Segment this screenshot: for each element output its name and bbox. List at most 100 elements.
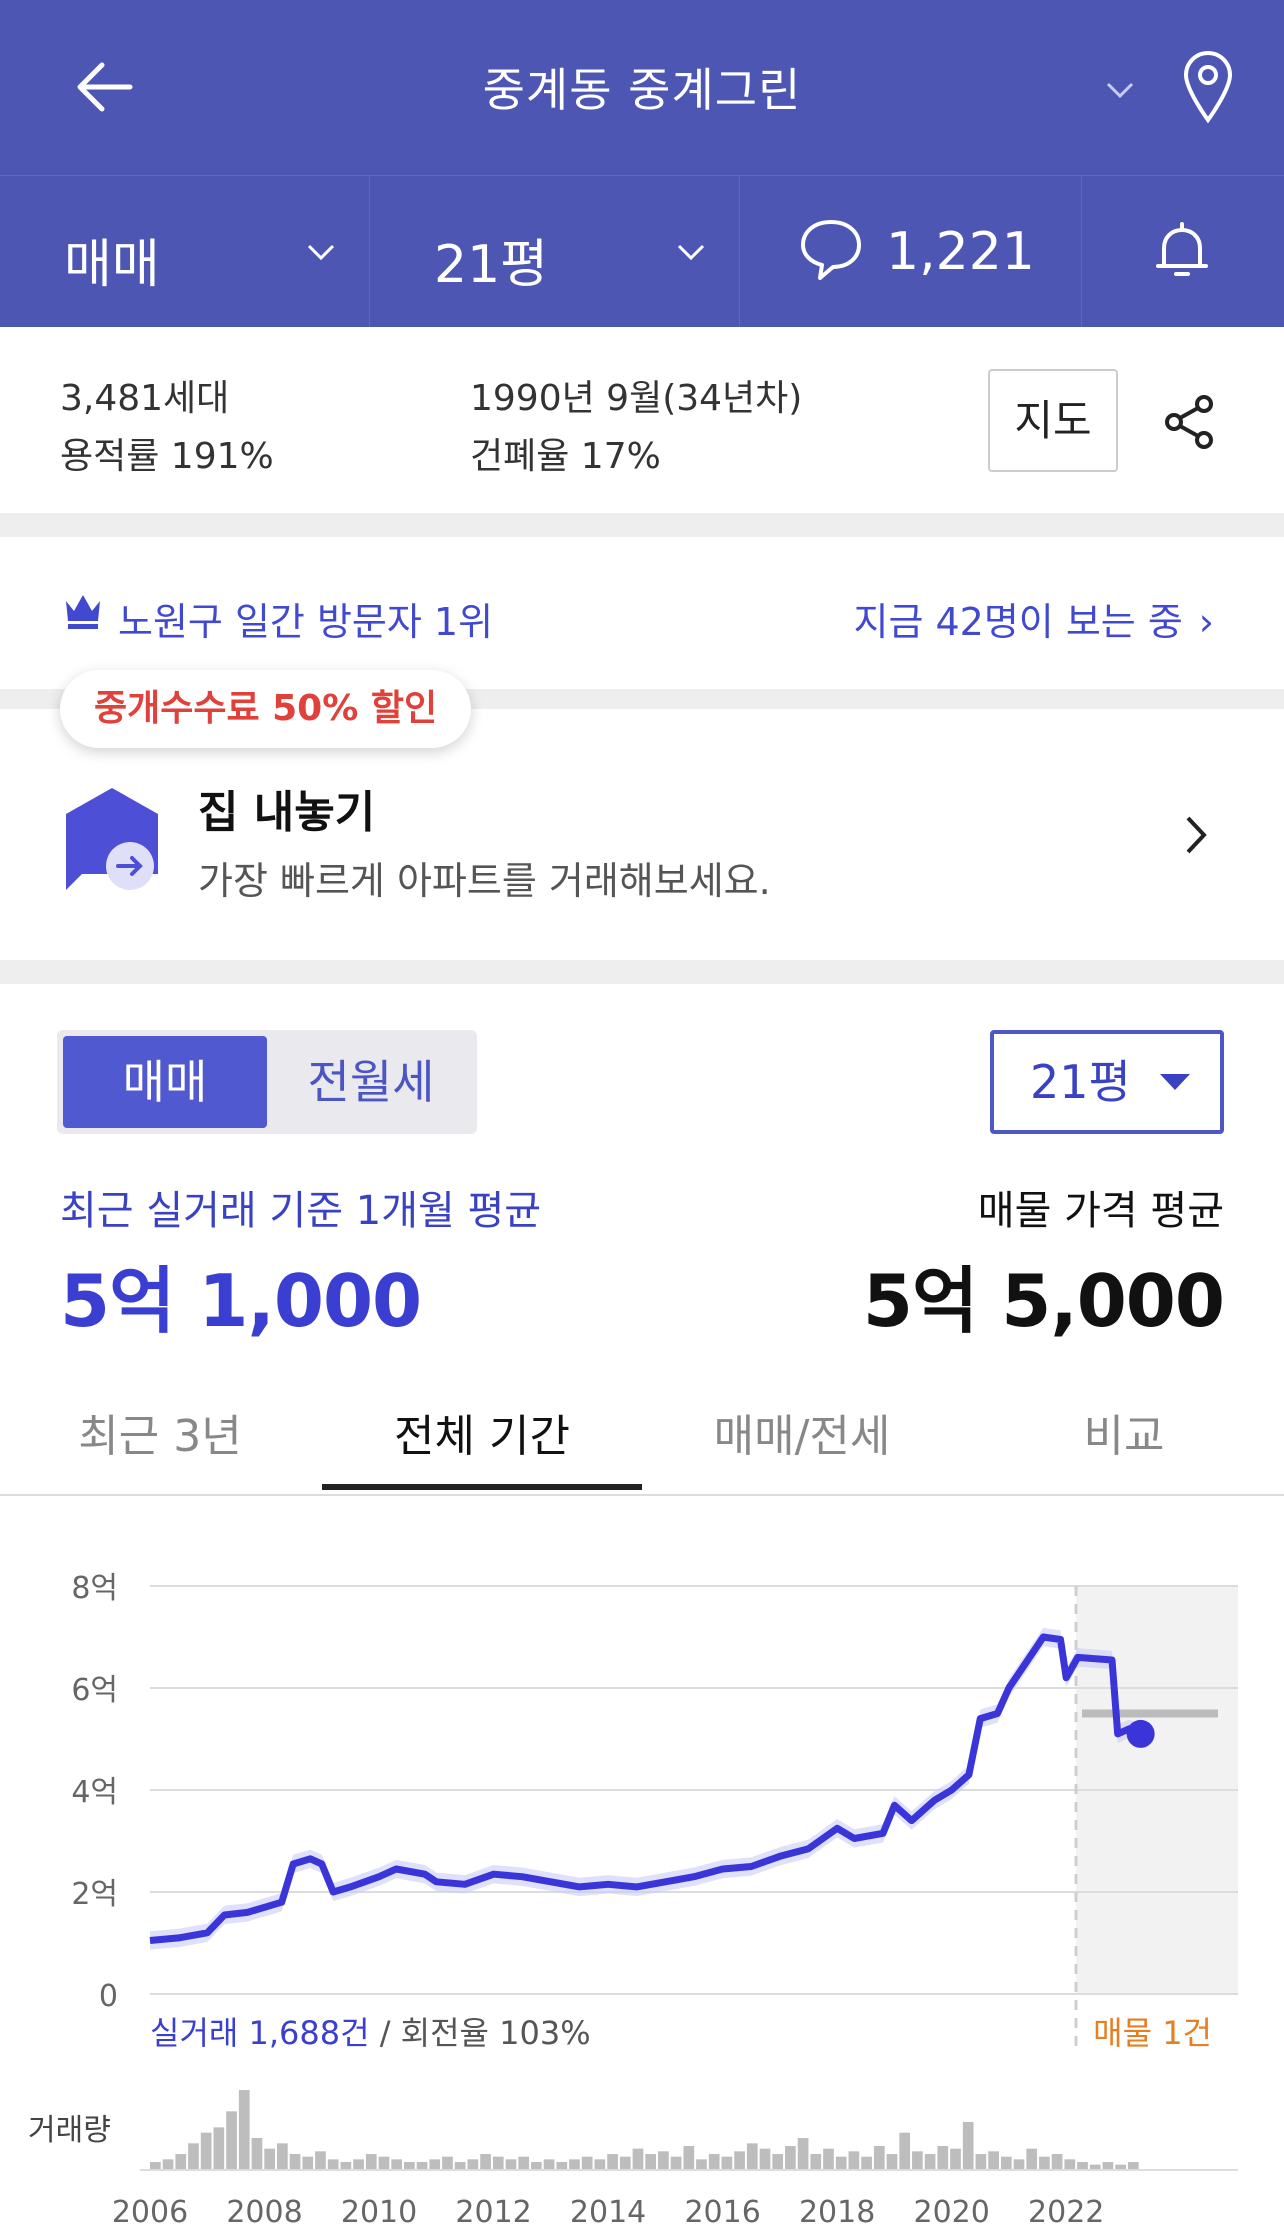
volume-bar bbox=[556, 2162, 568, 2170]
transaction-count: 실거래 1,688건 bbox=[150, 2014, 370, 2052]
filter-bar: 매매 21평 1,221 bbox=[0, 175, 1284, 328]
volume-bar bbox=[873, 2146, 885, 2170]
volume-bar bbox=[378, 2156, 390, 2170]
volume-bar bbox=[365, 2154, 377, 2170]
volume-bar bbox=[988, 2151, 999, 2170]
volume-bar bbox=[581, 2156, 593, 2170]
segment-sale[interactable]: 매매 bbox=[63, 1036, 267, 1128]
volume-bar bbox=[962, 2122, 974, 2170]
map-button[interactable]: 지도 bbox=[988, 369, 1118, 472]
tab-compare[interactable]: 비교 bbox=[964, 1400, 1284, 1464]
volume-bar bbox=[912, 2151, 923, 2170]
fee-discount-badge: 중개수수료 50% 할인 bbox=[60, 670, 472, 748]
volume-bar bbox=[823, 2148, 834, 2170]
volume-bar bbox=[746, 2143, 758, 2170]
segment-rent[interactable]: 전월세 bbox=[269, 1036, 473, 1128]
period-tabs: 최근 3년 전체 기간 매매/전세 비교 bbox=[0, 1374, 1284, 1496]
comments-button[interactable]: 1,221 bbox=[740, 176, 1082, 328]
volume-bar bbox=[708, 2154, 720, 2170]
volume-bar bbox=[721, 2156, 733, 2170]
viewers-link[interactable]: 지금 42명이 보는 중 › bbox=[853, 591, 1214, 646]
viewers-text: 지금 42명이 보는 중 bbox=[853, 600, 1183, 644]
volume-bar bbox=[848, 2151, 860, 2170]
households: 3,481세대 bbox=[60, 378, 230, 419]
volume-bar bbox=[734, 2151, 745, 2170]
volume-bar bbox=[251, 2138, 263, 2170]
volume-bar bbox=[200, 2132, 212, 2170]
alert-button[interactable] bbox=[1082, 176, 1284, 328]
volume-bar bbox=[772, 2154, 784, 2170]
x-tick-label: 2006 bbox=[112, 2195, 188, 2226]
list-home-banner[interactable]: 중개수수료 50% 할인 집 내놓기 가장 빠르게 아파트를 거래해보세요. bbox=[0, 670, 1284, 960]
volume-bar bbox=[302, 2156, 314, 2170]
volume-bar bbox=[543, 2159, 555, 2170]
size-dropdown[interactable]: 21평 bbox=[990, 1030, 1224, 1134]
list-home-title: 집 내놓기 bbox=[198, 787, 376, 838]
chevron-down-icon[interactable] bbox=[1100, 70, 1140, 110]
volume-bar bbox=[1077, 2162, 1088, 2170]
crown-icon bbox=[66, 595, 100, 629]
price-chart[interactable]: 0 2억 4억 6억 8억실거래 1,688건 / 회전율 103% 매물 1건거래량 20… bbox=[0, 1520, 1284, 2226]
volume-bar bbox=[531, 2162, 542, 2170]
y-tick-label: 4억 bbox=[71, 1775, 118, 1810]
volume-bar bbox=[569, 2159, 580, 2170]
y-tick-label: 2억 bbox=[71, 1877, 118, 1912]
volume-bar bbox=[886, 2154, 898, 2170]
volume-bar bbox=[899, 2132, 911, 2170]
volume-bar bbox=[353, 2159, 364, 2170]
rank-text: 노원구 일간 방문자 1위 bbox=[118, 600, 494, 644]
volume-bar bbox=[785, 2146, 796, 2170]
visitor-rank-banner[interactable]: 노원구 일간 방문자 1위 지금 42명이 보는 중 › bbox=[0, 537, 1284, 689]
volume-bar bbox=[861, 2156, 872, 2170]
volume-bar bbox=[696, 2159, 707, 2170]
x-tick-label: 2020 bbox=[914, 2195, 990, 2226]
comment-count: 1,221 bbox=[886, 222, 1035, 282]
size-filter[interactable]: 21평 bbox=[370, 176, 740, 328]
building-coverage-ratio: 건폐율 17% bbox=[470, 436, 661, 477]
volume-bar bbox=[975, 2154, 987, 2170]
volume-bar bbox=[683, 2146, 695, 2170]
tab-all-period[interactable]: 전체 기간 bbox=[322, 1400, 642, 1464]
recent-average-price: 5억 1,000 bbox=[60, 1259, 422, 1343]
x-tick-label: 2016 bbox=[684, 2195, 760, 2226]
volume-bar bbox=[327, 2159, 339, 2170]
recent-average-label: 최근 실거래 기준 1개월 평균 bbox=[60, 1188, 542, 1234]
volume-bar bbox=[492, 2156, 504, 2170]
volume-bar bbox=[480, 2154, 491, 2170]
volume-bar bbox=[1051, 2154, 1063, 2170]
volume-bar bbox=[226, 2111, 237, 2170]
bell-icon bbox=[1156, 222, 1208, 276]
volume-bar bbox=[264, 2148, 276, 2170]
trade-type-filter[interactable]: 매매 bbox=[0, 176, 370, 328]
volume-bar bbox=[950, 2148, 961, 2170]
tab-sale-jeonse[interactable]: 매매/전세 bbox=[642, 1400, 962, 1464]
trade-segment-control: 매매 전월세 bbox=[57, 1030, 477, 1134]
share-icon[interactable] bbox=[1160, 392, 1220, 452]
x-tick-label: 2022 bbox=[1028, 2195, 1104, 2226]
trade-type-label: 매매 bbox=[64, 235, 160, 295]
divider bbox=[0, 960, 1284, 984]
y-tick-label: 0 bbox=[99, 1979, 118, 2014]
volume-bar bbox=[454, 2162, 466, 2170]
volume-bar bbox=[937, 2146, 949, 2170]
latest-price-point bbox=[1126, 1719, 1155, 1748]
list-home-subtitle: 가장 빠르게 아파트를 거래해보세요. bbox=[198, 859, 771, 903]
volume-bar bbox=[797, 2138, 809, 2170]
listing-average-price: 5억 5,000 bbox=[862, 1259, 1225, 1343]
listing-count: 매물 1건 bbox=[1093, 2014, 1212, 2052]
x-tick-label: 2018 bbox=[799, 2195, 875, 2226]
volume-bar bbox=[442, 2156, 453, 2170]
volume-bar bbox=[1039, 2156, 1050, 2170]
volume-bar bbox=[645, 2154, 657, 2170]
volume-bar bbox=[658, 2151, 669, 2170]
app-bar: 중계동 중계그린 bbox=[0, 0, 1284, 175]
map-pin-icon[interactable] bbox=[1180, 48, 1236, 124]
volume-bar bbox=[315, 2151, 326, 2170]
volume-bar bbox=[1064, 2159, 1076, 2170]
price-series-line bbox=[149, 1633, 1143, 1944]
volume-bar bbox=[607, 2154, 618, 2170]
chevron-down-icon bbox=[677, 244, 705, 261]
volume-bar bbox=[619, 2156, 631, 2170]
tab-recent-3y[interactable]: 최근 3년 bbox=[0, 1400, 320, 1464]
page-title[interactable]: 중계동 중계그린 bbox=[0, 54, 1284, 120]
